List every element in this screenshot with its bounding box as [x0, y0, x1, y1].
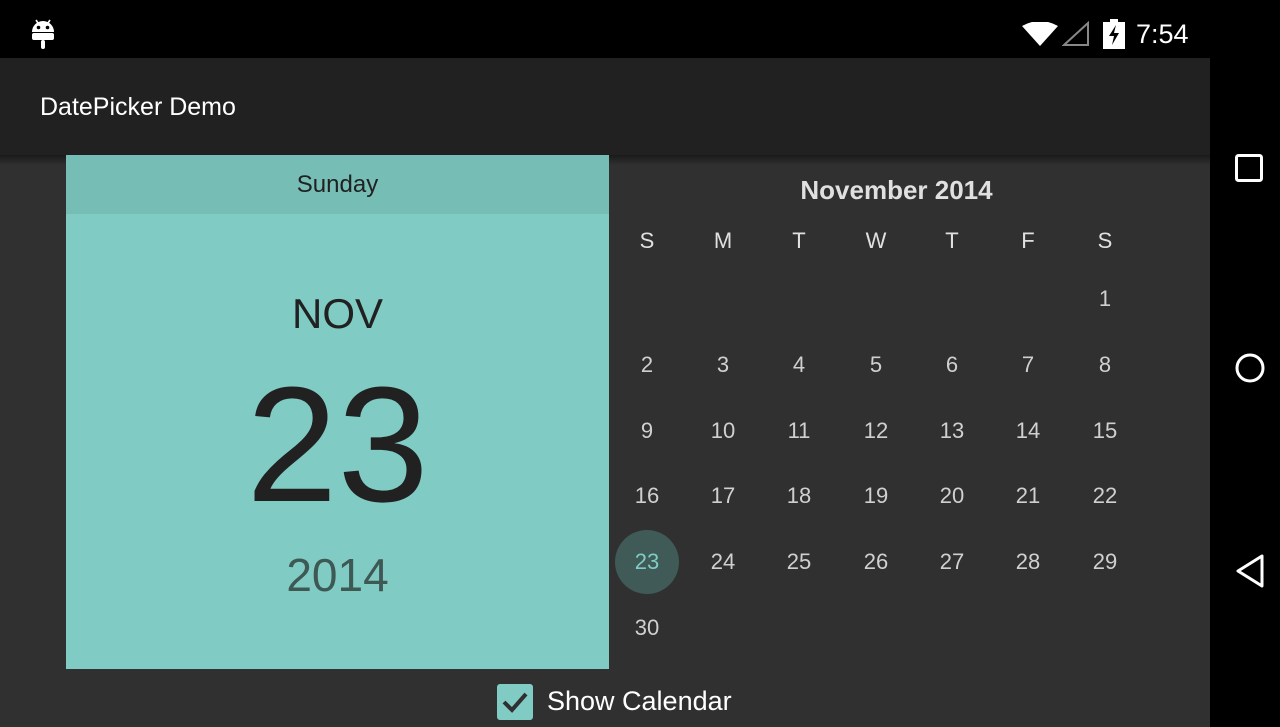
- calendar-day[interactable]: 29: [1067, 549, 1143, 575]
- calendar-day[interactable]: 16: [609, 483, 685, 509]
- android-icon: [32, 19, 54, 49]
- app-bar: DatePicker Demo: [0, 58, 1210, 155]
- calendar-day[interactable]: 9: [609, 418, 685, 444]
- date-picker-header: Sunday NOV 23 2014: [66, 155, 609, 669]
- back-icon[interactable]: [1234, 553, 1266, 589]
- calendar-day[interactable]: 11: [761, 418, 837, 444]
- calendar-day-selected[interactable]: 23: [609, 549, 685, 575]
- weekday-header: W: [865, 228, 887, 253]
- navigation-bar: [1210, 0, 1280, 727]
- calendar-day[interactable]: 13: [914, 418, 990, 444]
- calendar-day[interactable]: 8: [1067, 352, 1143, 378]
- calendar-day[interactable]: 4: [761, 352, 837, 378]
- status-bar: 7:54: [0, 0, 1210, 58]
- calendar-month-title: November 2014: [800, 175, 993, 205]
- weekday-header: T: [945, 228, 959, 253]
- calendar-day[interactable]: 26: [838, 549, 914, 575]
- selected-year[interactable]: 2014: [66, 548, 609, 602]
- show-calendar-checkbox[interactable]: [497, 684, 533, 720]
- calendar-day[interactable]: 18: [761, 483, 837, 509]
- app-title: DatePicker Demo: [40, 93, 236, 121]
- calendar-day[interactable]: 27: [914, 549, 990, 575]
- wifi-icon: [1022, 22, 1058, 46]
- calendar-day[interactable]: 7: [990, 352, 1066, 378]
- calendar-day[interactable]: 24: [685, 549, 761, 575]
- weekday-header: S: [639, 228, 655, 253]
- day-of-week-label: Sunday: [66, 155, 609, 214]
- calendar-day[interactable]: 22: [1067, 483, 1143, 509]
- calendar-day[interactable]: 25: [761, 549, 837, 575]
- content-area: Sunday NOV 23 2014 November 2014 S M T W…: [0, 155, 1210, 727]
- calendar-day[interactable]: 5: [838, 352, 914, 378]
- home-icon[interactable]: [1234, 352, 1266, 384]
- calendar-grid: November 2014 S M T W T F S 1 2 3 4 5 6 7 8 9 10 1…: [609, 155, 1144, 669]
- weekday-header: S: [1097, 228, 1113, 253]
- calendar-day[interactable]: 3: [685, 352, 761, 378]
- calendar-day[interactable]: 12: [838, 418, 914, 444]
- calendar-day[interactable]: 14: [990, 418, 1066, 444]
- calendar-day[interactable]: 17: [685, 483, 761, 509]
- calendar-day[interactable]: 19: [838, 483, 914, 509]
- weekday-header: M: [713, 228, 733, 253]
- calendar-day[interactable]: 10: [685, 418, 761, 444]
- calendar-day[interactable]: 28: [990, 549, 1066, 575]
- calendar-day[interactable]: 1: [1067, 286, 1143, 312]
- calendar-day[interactable]: 2: [609, 352, 685, 378]
- calendar-day[interactable]: 21: [990, 483, 1066, 509]
- weekday-header: F: [1021, 228, 1035, 253]
- calendar-day[interactable]: 30: [609, 615, 685, 641]
- checkmark-icon: [502, 692, 528, 713]
- signal-icon: [1062, 21, 1089, 46]
- selected-day[interactable]: 23: [66, 360, 609, 530]
- recents-icon[interactable]: [1234, 153, 1264, 183]
- selected-month[interactable]: NOV: [66, 290, 609, 338]
- battery-charging-icon: [1103, 19, 1125, 49]
- calendar-day[interactable]: 20: [914, 483, 990, 509]
- calendar-day[interactable]: 6: [914, 352, 990, 378]
- clock-time: 7:54: [1136, 19, 1189, 49]
- show-calendar-label: Show Calendar: [547, 686, 732, 716]
- weekday-header: T: [792, 228, 806, 253]
- calendar-day[interactable]: 15: [1067, 418, 1143, 444]
